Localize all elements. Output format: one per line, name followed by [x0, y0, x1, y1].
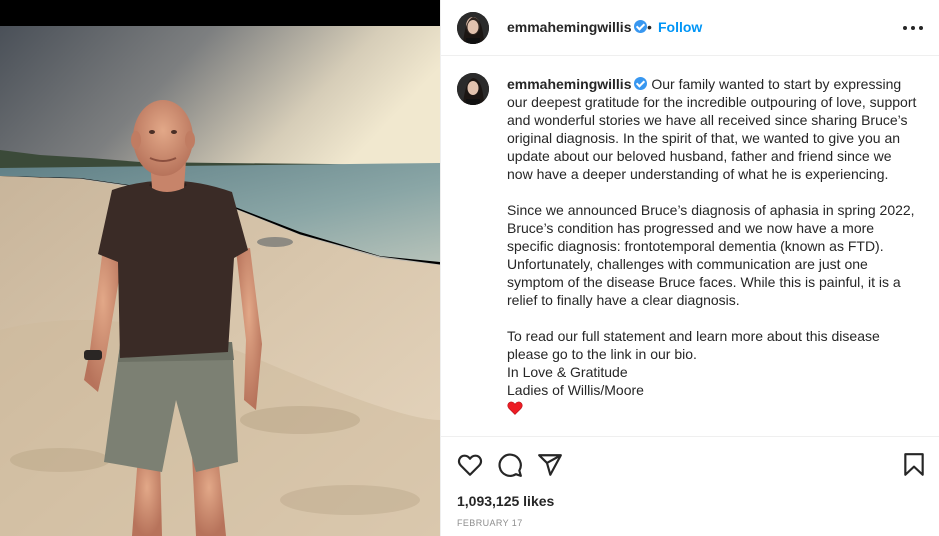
- comment-icon[interactable]: [497, 452, 523, 478]
- caption-paragraph-3: To read our full statement and learn mor…: [507, 328, 880, 362]
- action-bar: [441, 450, 939, 480]
- red-heart-emoji-icon: [507, 401, 523, 415]
- more-dot: [903, 26, 907, 30]
- header-username[interactable]: emmahemingwillis: [507, 19, 648, 35]
- follow-button[interactable]: Follow: [658, 19, 702, 35]
- caption-area: emmahemingwillis Our family wanted to st…: [441, 57, 939, 437]
- more-dot: [911, 26, 915, 30]
- more-options-icon[interactable]: [901, 18, 925, 38]
- post-photo[interactable]: [0, 0, 440, 536]
- post-photo-image: [0, 0, 440, 536]
- more-dot: [919, 26, 923, 30]
- caption-avatar[interactable]: [457, 73, 489, 105]
- heart-icon[interactable]: [457, 452, 483, 478]
- caption-username[interactable]: emmahemingwillis: [507, 76, 631, 92]
- header-username-text[interactable]: emmahemingwillis: [507, 19, 631, 35]
- avatar[interactable]: [457, 12, 489, 44]
- post-header: emmahemingwillis • Follow: [441, 0, 939, 56]
- caption-paragraph-2: Since we announced Bruce’s diagnosis of …: [507, 202, 915, 308]
- caption-paragraph-1: emmahemingwillis Our family wanted to st…: [507, 75, 917, 183]
- caption-signoff-1: In Love & Gratitude: [507, 364, 628, 380]
- post-date[interactable]: FEBRUARY 17: [457, 518, 523, 528]
- avatar-image: [457, 12, 489, 44]
- verified-badge-icon: [634, 77, 648, 90]
- bookmark-icon[interactable]: [901, 452, 927, 478]
- avatar-image: [457, 73, 489, 105]
- caption-signoff-2: Ladies of Willis/Moore: [507, 382, 644, 398]
- separator-dot: •: [647, 19, 652, 35]
- post-side-panel: emmahemingwillis • Follow emmahemingwill…: [440, 0, 939, 536]
- likes-count[interactable]: 1,093,125 likes: [457, 493, 554, 509]
- verified-badge-icon: [634, 20, 648, 33]
- send-icon[interactable]: [537, 452, 563, 478]
- caption-text: emmahemingwillis Our family wanted to st…: [507, 75, 917, 416]
